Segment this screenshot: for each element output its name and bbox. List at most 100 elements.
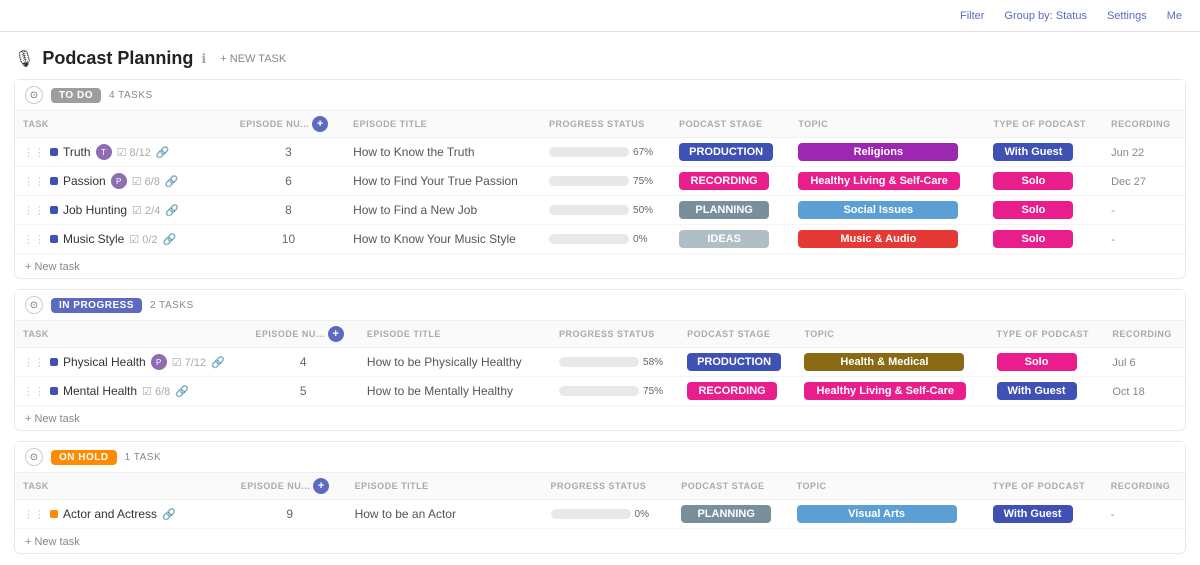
topic-badge[interactable]: Social Issues <box>798 201 958 219</box>
type-badge[interactable]: Solo <box>993 201 1073 219</box>
page-title: Podcast Planning <box>42 48 193 69</box>
topic-badge[interactable]: Health & Medical <box>804 353 964 371</box>
type-badge[interactable]: Solo <box>993 172 1073 190</box>
link-icon[interactable]: 🔗 <box>165 175 179 188</box>
link-icon[interactable]: 🔗 <box>165 204 179 217</box>
add-task-button[interactable]: + New task <box>25 413 80 425</box>
table-row: ⋮⋮ Mental Health ☑ 6/8 🔗 5 How to be Men… <box>15 377 1185 406</box>
add-task-row: + New task <box>15 406 1185 431</box>
type-badge[interactable]: Solo <box>997 353 1077 371</box>
add-task-button[interactable]: + New task <box>25 261 80 273</box>
task-color-dot <box>50 148 58 156</box>
table-row: ⋮⋮ Music Style ☑ 0/2 🔗 10 How to Know Yo… <box>15 225 1185 254</box>
add-column-icon[interactable]: + <box>312 116 328 132</box>
topic-badge[interactable]: Religions <box>798 143 958 161</box>
topic-badge[interactable]: Visual Arts <box>797 505 957 523</box>
collapse-button-todo[interactable]: ⊙ <box>25 86 43 104</box>
recording-date-cell: - <box>1103 225 1185 254</box>
me-button[interactable]: Me <box>1161 8 1188 24</box>
add-column-icon[interactable]: + <box>313 478 329 494</box>
episode-num-cell: 10 <box>232 225 345 254</box>
table-row: ⋮⋮ Passion P ☑ 6/8 🔗 6 How to Find Your … <box>15 167 1185 196</box>
drag-handle: ⋮⋮ <box>23 175 45 188</box>
col-header-progress: PROGRESS STATUS <box>551 321 679 348</box>
task-name-cell: ⋮⋮ Actor and Actress 🔗 <box>15 500 233 529</box>
col-header-recording: RECORDING <box>1103 111 1185 138</box>
task-name-label[interactable]: Actor and Actress <box>63 507 157 521</box>
col-header-recording: RECORDING <box>1103 473 1185 500</box>
task-color-dot <box>50 206 58 214</box>
podcast-stage-badge[interactable]: RECORDING <box>679 172 769 190</box>
add-task-button[interactable]: + New task <box>25 536 80 548</box>
col-header-stage: PODCAST STAGE <box>679 321 796 348</box>
avatar: P <box>151 354 167 370</box>
task-name-cell: ⋮⋮ Physical Health P ☑ 7/12 🔗 <box>15 348 247 377</box>
section-badge-todo: TO DO <box>51 88 101 103</box>
type-cell: With Guest <box>985 138 1103 167</box>
podcast-stage-badge[interactable]: IDEAS <box>679 230 769 248</box>
table-row: ⋮⋮ Actor and Actress 🔗 9 How to be an Ac… <box>15 500 1185 529</box>
settings-button[interactable]: Settings <box>1101 8 1153 24</box>
task-name-label[interactable]: Truth <box>63 145 91 159</box>
recording-date-cell: Dec 27 <box>1103 167 1185 196</box>
type-badge[interactable]: With Guest <box>997 382 1077 400</box>
task-name-label[interactable]: Mental Health <box>63 384 137 398</box>
subtask-count: ☑ 0/2 <box>129 233 157 246</box>
episode-title-cell: How to Find a New Job <box>345 196 541 225</box>
add-task-cell: + New task <box>15 529 1185 554</box>
subtask-count: ☑ 7/12 <box>172 356 206 369</box>
task-color-dot <box>50 177 58 185</box>
recording-date-cell: - <box>1103 500 1185 529</box>
link-icon[interactable]: 🔗 <box>175 385 189 398</box>
progress-label: 75% <box>643 386 663 397</box>
topic-badge[interactable]: Music & Audio <box>798 230 958 248</box>
progress-cell: 58% <box>551 348 679 377</box>
group-by-button[interactable]: Group by: Status <box>998 8 1093 24</box>
progress-bar <box>549 176 629 186</box>
section-badge-onhold: ON HOLD <box>51 450 117 465</box>
podcast-stage-badge[interactable]: PRODUCTION <box>687 353 781 371</box>
podcast-stage-badge[interactable]: PRODUCTION <box>679 143 773 161</box>
section-onhold: ⊙ ON HOLD 1 TASK TASK EPISODE NU... + EP… <box>14 441 1186 554</box>
type-badge[interactable]: Solo <box>993 230 1073 248</box>
link-icon[interactable]: 🔗 <box>163 233 177 246</box>
topic-badge[interactable]: Healthy Living & Self-Care <box>798 172 960 190</box>
topic-badge[interactable]: Healthy Living & Self-Care <box>804 382 966 400</box>
task-name-label[interactable]: Passion <box>63 174 106 188</box>
table-row: ⋮⋮ Truth T ☑ 8/12 🔗 3 How to Know the Tr… <box>15 138 1185 167</box>
podcast-stage-badge[interactable]: PLANNING <box>679 201 769 219</box>
topic-cell: Religions <box>790 138 985 167</box>
type-cell: Solo <box>985 167 1103 196</box>
col-header-recording: RECORDING <box>1104 321 1185 348</box>
type-cell: With Guest <box>985 500 1103 529</box>
task-name-label[interactable]: Physical Health <box>63 355 146 369</box>
info-icon[interactable]: ℹ <box>201 51 206 67</box>
task-name-label[interactable]: Job Hunting <box>63 203 127 217</box>
section-badge-inprogress: IN PROGRESS <box>51 298 142 313</box>
filter-button[interactable]: Filter <box>954 8 990 24</box>
progress-bar <box>549 205 629 215</box>
stage-cell: IDEAS <box>671 225 790 254</box>
task-name-label[interactable]: Music Style <box>63 232 124 246</box>
recording-date: Dec 27 <box>1111 176 1146 188</box>
type-badge[interactable]: With Guest <box>993 143 1073 161</box>
add-column-icon[interactable]: + <box>328 326 344 342</box>
episode-num-cell: 8 <box>232 196 345 225</box>
collapse-button-inprogress[interactable]: ⊙ <box>25 296 43 314</box>
table-row: ⋮⋮ Physical Health P ☑ 7/12 🔗 4 How to b… <box>15 348 1185 377</box>
podcast-stage-badge[interactable]: RECORDING <box>687 382 777 400</box>
col-header-episode-num: EPISODE NU... + <box>233 473 347 500</box>
recording-date: Jul 6 <box>1112 357 1135 369</box>
link-icon[interactable]: 🔗 <box>211 356 225 369</box>
type-badge[interactable]: With Guest <box>993 505 1073 523</box>
type-cell: Solo <box>985 196 1103 225</box>
topic-cell: Health & Medical <box>796 348 988 377</box>
progress-label: 67% <box>633 147 653 158</box>
drag-handle: ⋮⋮ <box>23 146 45 159</box>
new-task-button[interactable]: + NEW TASK <box>214 51 292 67</box>
link-icon[interactable]: 🔗 <box>156 146 170 159</box>
podcast-stage-badge[interactable]: PLANNING <box>681 505 771 523</box>
collapse-button-onhold[interactable]: ⊙ <box>25 448 43 466</box>
link-icon[interactable]: 🔗 <box>162 508 176 521</box>
col-header-episode-num: EPISODE NU... + <box>232 111 345 138</box>
